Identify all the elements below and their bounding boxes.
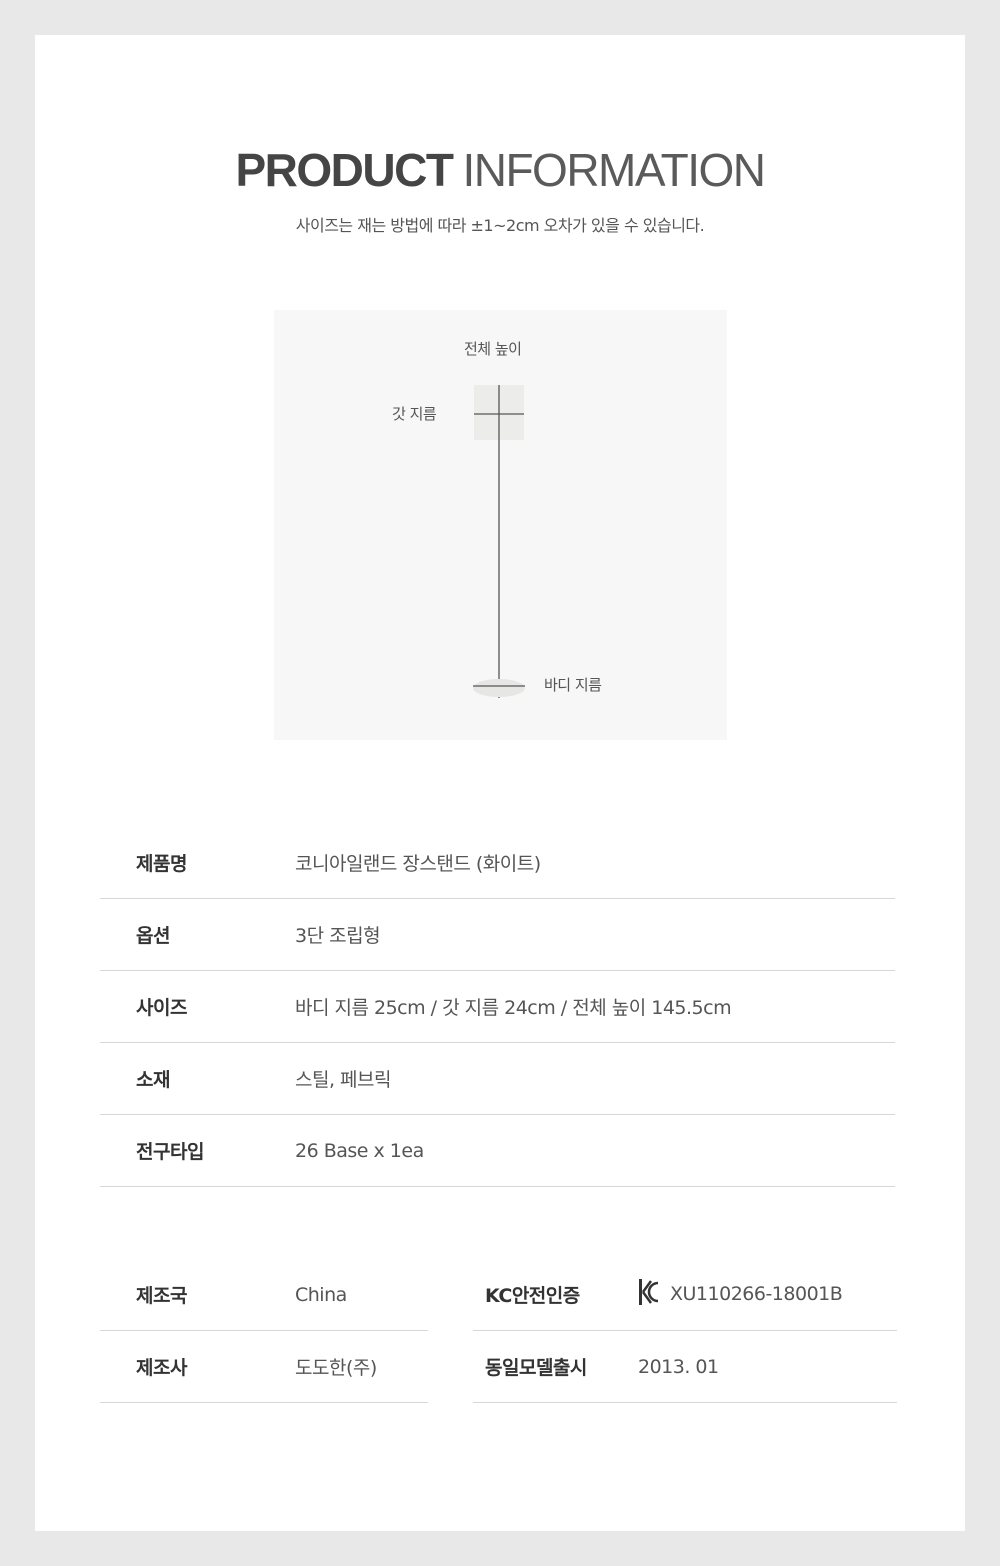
spec-key: 제품명: [100, 827, 295, 899]
label-total-height: 전체 높이: [464, 340, 522, 358]
info-value: 2013. 01: [638, 1330, 897, 1403]
spec-value: 코니아일랜드 장스탠드 (화이트): [295, 827, 895, 899]
table-row: 동일모델출시 2013. 01: [473, 1330, 897, 1403]
spec-value: 26 Base x 1ea: [295, 1114, 895, 1187]
lamp-base: [473, 679, 525, 697]
info-key: 제조국: [100, 1259, 295, 1331]
table-row: 전구타입 26 Base x 1ea: [100, 1114, 895, 1187]
kc-cert-cell: XU110266-18001B: [638, 1259, 897, 1331]
kc-mark-icon: [638, 1278, 660, 1311]
table-row: 제조사 도도한(주): [100, 1330, 428, 1403]
page-title: PRODUCT INFORMATION: [0, 145, 1000, 195]
spec-key: 소재: [100, 1042, 295, 1115]
table-row: KC안전인증 XU110266-18001B: [473, 1259, 897, 1331]
info-value: China: [295, 1259, 428, 1331]
info-key: 동일모델출시: [473, 1330, 638, 1403]
table-row: 옵션 3단 조립형: [100, 898, 895, 971]
table-row: 제품명 코니아일랜드 장스탠드 (화이트): [100, 827, 895, 899]
label-shade-diameter: 갓 지름: [392, 405, 437, 423]
label-body-diameter: 바디 지름: [544, 676, 602, 694]
lamp-diagram: [473, 385, 525, 698]
title-light: INFORMATION: [462, 144, 766, 196]
kc-cert-number: XU110266-18001B: [670, 1283, 843, 1305]
spec-key: 옵션: [100, 898, 295, 971]
certification-table: KC안전인증 XU110266-18001B 동일모델출시 2013. 01: [473, 1259, 897, 1403]
table-row: 소재 스틸, 페브릭: [100, 1042, 895, 1115]
spec-value: 3단 조립형: [295, 898, 895, 971]
size-notice: 사이즈는 재는 방법에 따라 ±1~2cm 오차가 있을 수 있습니다.: [295, 216, 705, 235]
table-row: 제조국 China: [100, 1259, 428, 1331]
spec-key: 전구타입: [100, 1114, 295, 1187]
title-bold: PRODUCT: [235, 144, 453, 196]
spec-key: 사이즈: [100, 970, 295, 1043]
table-row: 사이즈 바디 지름 25cm / 갓 지름 24cm / 전체 높이 145.5…: [100, 970, 895, 1043]
size-diagram: 전체 높이 갓 지름 바디 지름: [274, 310, 727, 740]
info-key: 제조사: [100, 1330, 295, 1403]
spec-value: 스틸, 페브릭: [295, 1042, 895, 1115]
origin-table: 제조국 China 제조사 도도한(주): [100, 1259, 428, 1403]
spec-table: 제품명 코니아일랜드 장스탠드 (화이트) 옵션 3단 조립형 사이즈 바디 지…: [100, 827, 895, 1187]
spec-value: 바디 지름 25cm / 갓 지름 24cm / 전체 높이 145.5cm: [295, 970, 895, 1043]
info-value: 도도한(주): [295, 1330, 428, 1403]
info-key: KC안전인증: [473, 1259, 638, 1331]
